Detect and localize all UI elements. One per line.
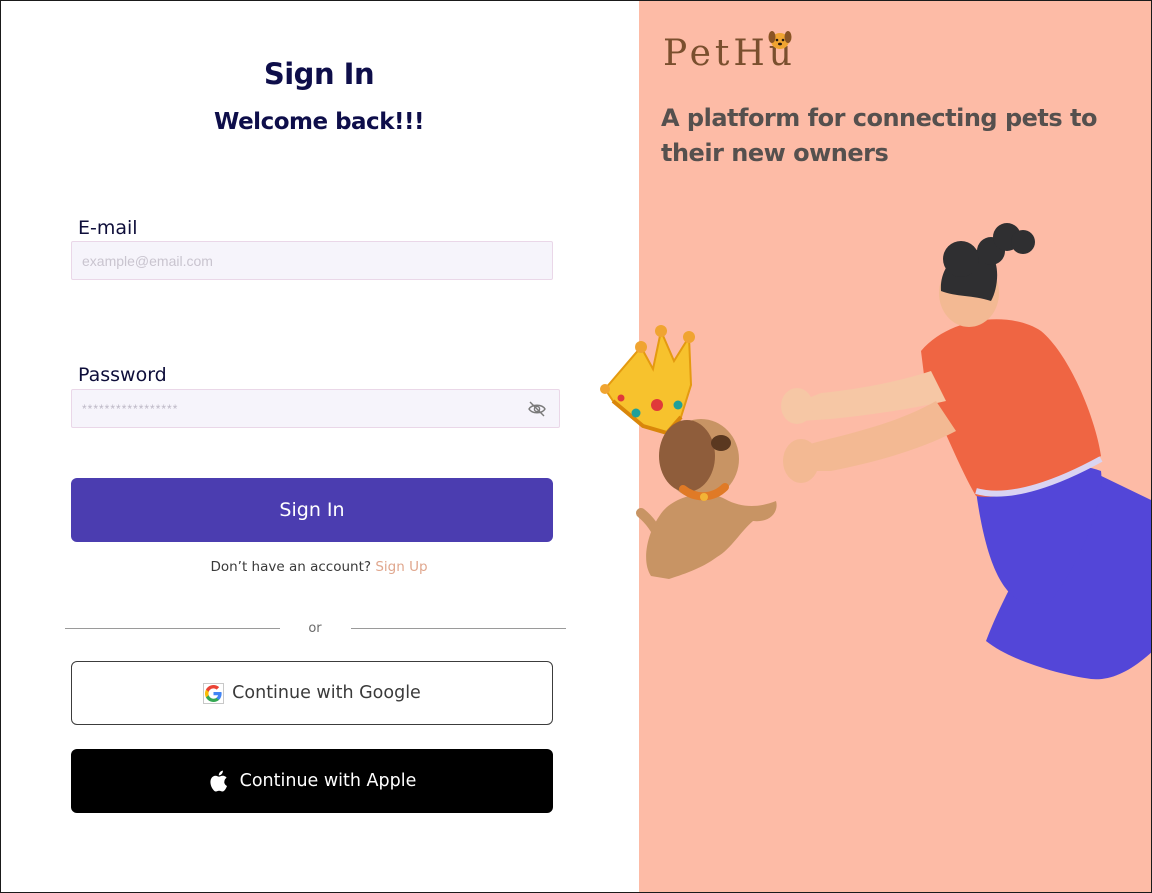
password-placeholder: *****************	[82, 401, 179, 416]
password-label: Password	[78, 364, 167, 386]
apple-signin-button[interactable]: Continue with Apple	[71, 749, 553, 813]
signin-panel: Sign In Welcome back!!! E-mail example@e…	[1, 1, 639, 892]
divider-right	[351, 628, 566, 629]
email-placeholder: example@email.com	[82, 252, 213, 269]
dog-logo-icon	[768, 31, 792, 49]
no-account-text: Don’t have an account?	[210, 559, 372, 575]
signup-prompt: Don’t have an account? Sign Up	[1, 559, 637, 575]
password-field[interactable]: *****************	[71, 389, 560, 428]
apple-icon	[210, 770, 227, 792]
divider-left	[65, 628, 280, 629]
email-field[interactable]: example@email.com	[71, 241, 553, 280]
signin-button[interactable]: Sign In	[71, 478, 553, 542]
apple-button-label: Continue with Apple	[239, 771, 417, 791]
google-button-label: Continue with Google	[232, 683, 421, 703]
signup-link[interactable]: Sign Up	[375, 559, 427, 575]
google-signin-button[interactable]: Continue with Google	[71, 661, 553, 725]
page-title: Sign In	[263, 57, 375, 91]
page-frame: Sign In Welcome back!!! E-mail example@e…	[0, 0, 1152, 893]
brand-tagline: A platform for connecting pets to their …	[661, 104, 1098, 167]
email-label: E-mail	[78, 217, 138, 239]
brand-panel: PetHu A platform for connecting pets to …	[639, 1, 1151, 892]
divider-or: or	[308, 621, 322, 636]
google-icon	[203, 682, 225, 704]
welcome-subtitle: Welcome back!!!	[214, 109, 424, 135]
eye-slash-icon[interactable]	[527, 400, 547, 418]
